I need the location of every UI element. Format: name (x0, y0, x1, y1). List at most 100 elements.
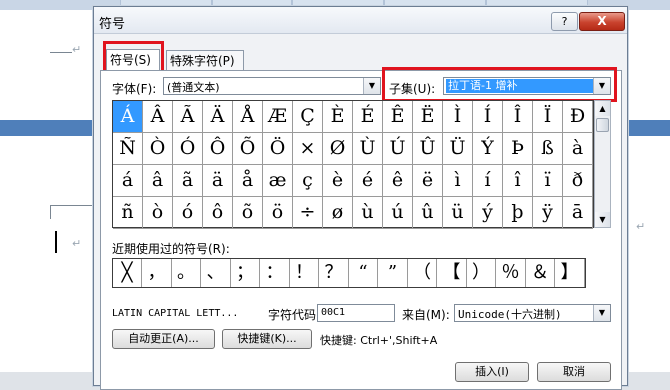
recent-symbol-cell[interactable]: “ (349, 259, 378, 287)
symbol-cell[interactable]: Ë (413, 101, 443, 133)
symbol-cell[interactable]: Ñ (113, 133, 143, 165)
symbol-cell[interactable]: ó (173, 197, 203, 229)
symbol-cell[interactable]: í (473, 165, 503, 197)
recent-symbol-cell[interactable]: ： (261, 259, 290, 287)
title-bar[interactable]: 符号 ? X (94, 7, 627, 34)
grid-scrollbar[interactable]: ▲ ▼ (594, 100, 611, 228)
close-button[interactable]: X (579, 12, 625, 31)
symbol-cell[interactable]: Â (143, 101, 173, 133)
symbol-cell[interactable]: ö (263, 197, 293, 229)
symbol-cell[interactable]: × (293, 133, 323, 165)
recent-symbol-cell[interactable]: ， (143, 259, 172, 287)
symbol-cell[interactable]: Ü (443, 133, 473, 165)
char-code-input[interactable]: 00C1 (317, 304, 395, 322)
symbol-cell[interactable]: Õ (233, 133, 263, 165)
insert-button[interactable]: 插入(I) (455, 362, 529, 382)
recent-symbol-cell[interactable]: 【 (438, 259, 467, 287)
symbol-cell[interactable]: Î (503, 101, 533, 133)
symbol-cell[interactable]: Ï (533, 101, 563, 133)
symbol-cell[interactable]: ÿ (533, 197, 563, 229)
symbol-cell[interactable]: ô (203, 197, 233, 229)
symbol-cell[interactable]: Å (233, 101, 263, 133)
symbol-cell[interactable]: ò (143, 197, 173, 229)
recent-symbol-cell[interactable]: ％ (497, 259, 526, 287)
recent-symbol-cell[interactable]: ╳ (113, 259, 142, 287)
symbol-cell[interactable]: Á (113, 101, 143, 133)
symbol-cell[interactable]: è (323, 165, 353, 197)
symbol-cell[interactable]: ù (353, 197, 383, 229)
symbol-cell[interactable]: ø (323, 197, 353, 229)
symbol-cell[interactable]: ú (383, 197, 413, 229)
scroll-thumb[interactable] (596, 118, 609, 132)
symbol-cell[interactable]: æ (263, 165, 293, 197)
symbol-cell[interactable]: Ð (563, 101, 593, 133)
symbol-cell[interactable]: ñ (113, 197, 143, 229)
symbol-cell[interactable]: î (503, 165, 533, 197)
symbol-cell[interactable]: ß (533, 133, 563, 165)
symbol-cell[interactable]: Ô (203, 133, 233, 165)
symbol-cell[interactable]: ã (173, 165, 203, 197)
recent-symbol-cell[interactable]: ？ (320, 259, 349, 287)
subset-select[interactable]: 拉丁语-1 增补 ▼ (443, 77, 611, 95)
symbol-cell[interactable]: Ó (173, 133, 203, 165)
symbol-cell[interactable]: ÷ (293, 197, 323, 229)
symbol-cell[interactable]: ê (383, 165, 413, 197)
help-button[interactable]: ? (551, 12, 578, 31)
scroll-down-icon[interactable]: ▼ (595, 212, 610, 227)
symbol-cell[interactable]: ä (203, 165, 233, 197)
symbol-grid[interactable]: Á Â Ã Ä Å Æ Ç È É Ê Ë Ì Í Î Ï Ð Ñ Ò Ó Ô Õ Ö × Ø Ù Ú Û Ü Ý Þß à á â ã ä å æ ç è… (112, 100, 594, 229)
symbol-cell[interactable]: Ã (173, 101, 203, 133)
symbol-cell[interactable]: Ò (143, 133, 173, 165)
symbol-cell[interactable]: ï (533, 165, 563, 197)
symbol-cell[interactable]: ü (443, 197, 473, 229)
chevron-down-icon[interactable]: ▼ (593, 305, 610, 321)
recent-symbol-cell[interactable]: ） (467, 259, 496, 287)
tab-symbols[interactable]: 符号(S) (106, 49, 160, 71)
symbol-cell[interactable]: Ç (293, 101, 323, 133)
autocorrect-button[interactable]: 自动更正(A)... (112, 329, 215, 349)
symbol-cell[interactable]: ð (563, 165, 593, 197)
recent-symbol-cell[interactable]: （ (408, 259, 437, 287)
font-select[interactable]: (普通文本) ▼ (163, 77, 381, 95)
recent-symbol-cell[interactable]: ！ (290, 259, 319, 287)
recent-symbol-cell[interactable]: ＆ (526, 259, 555, 287)
from-select[interactable]: Unicode(十六进制) ▼ (454, 304, 611, 322)
symbol-cell[interactable]: â (143, 165, 173, 197)
symbol-cell[interactable]: É (353, 101, 383, 133)
scroll-up-icon[interactable]: ▲ (595, 101, 610, 116)
symbol-cell[interactable]: Æ (263, 101, 293, 133)
symbol-cell[interactable]: þ (503, 197, 533, 229)
symbol-cell[interactable]: È (323, 101, 353, 133)
symbol-cell[interactable]: Þ (503, 133, 533, 165)
symbol-cell[interactable]: Ù (353, 133, 383, 165)
symbol-cell[interactable]: Ö (263, 133, 293, 165)
symbol-cell[interactable]: ì (443, 165, 473, 197)
symbol-cell[interactable]: õ (233, 197, 263, 229)
symbol-cell[interactable]: Ú (383, 133, 413, 165)
symbol-cell[interactable]: Û (413, 133, 443, 165)
symbol-cell[interactable]: å (233, 165, 263, 197)
symbol-cell[interactable]: Ì (443, 101, 473, 133)
symbol-cell[interactable]: û (413, 197, 443, 229)
recent-symbol-cell[interactable]: 。 (172, 259, 201, 287)
chevron-down-icon[interactable]: ▼ (363, 78, 380, 94)
cancel-button[interactable]: 取消 (537, 362, 611, 382)
symbol-cell[interactable]: ç (293, 165, 323, 197)
symbol-cell[interactable]: Ø (323, 133, 353, 165)
tab-special-characters[interactable]: 特殊字符(P) (166, 50, 244, 70)
recent-symbols[interactable]: ╳，。、；：！？ “” （【）％＆】 (112, 258, 586, 288)
recent-symbol-cell[interactable]: ； (231, 259, 260, 287)
symbol-cell[interactable]: Ý (473, 133, 503, 165)
recent-symbol-cell[interactable]: 、 (202, 259, 231, 287)
symbol-cell[interactable]: à (563, 133, 593, 165)
symbol-cell[interactable]: Ê (383, 101, 413, 133)
recent-symbol-cell[interactable]: ” (379, 259, 408, 287)
symbol-cell[interactable]: á (113, 165, 143, 197)
chevron-down-icon[interactable]: ▼ (593, 78, 610, 94)
symbol-cell[interactable]: ý (473, 197, 503, 229)
symbol-cell[interactable]: ë (413, 165, 443, 197)
shortcut-key-button[interactable]: 快捷键(K)... (222, 329, 312, 349)
symbol-cell[interactable]: Í (473, 101, 503, 133)
symbol-cell[interactable]: é (353, 165, 383, 197)
symbol-cell[interactable]: ā (563, 197, 593, 229)
